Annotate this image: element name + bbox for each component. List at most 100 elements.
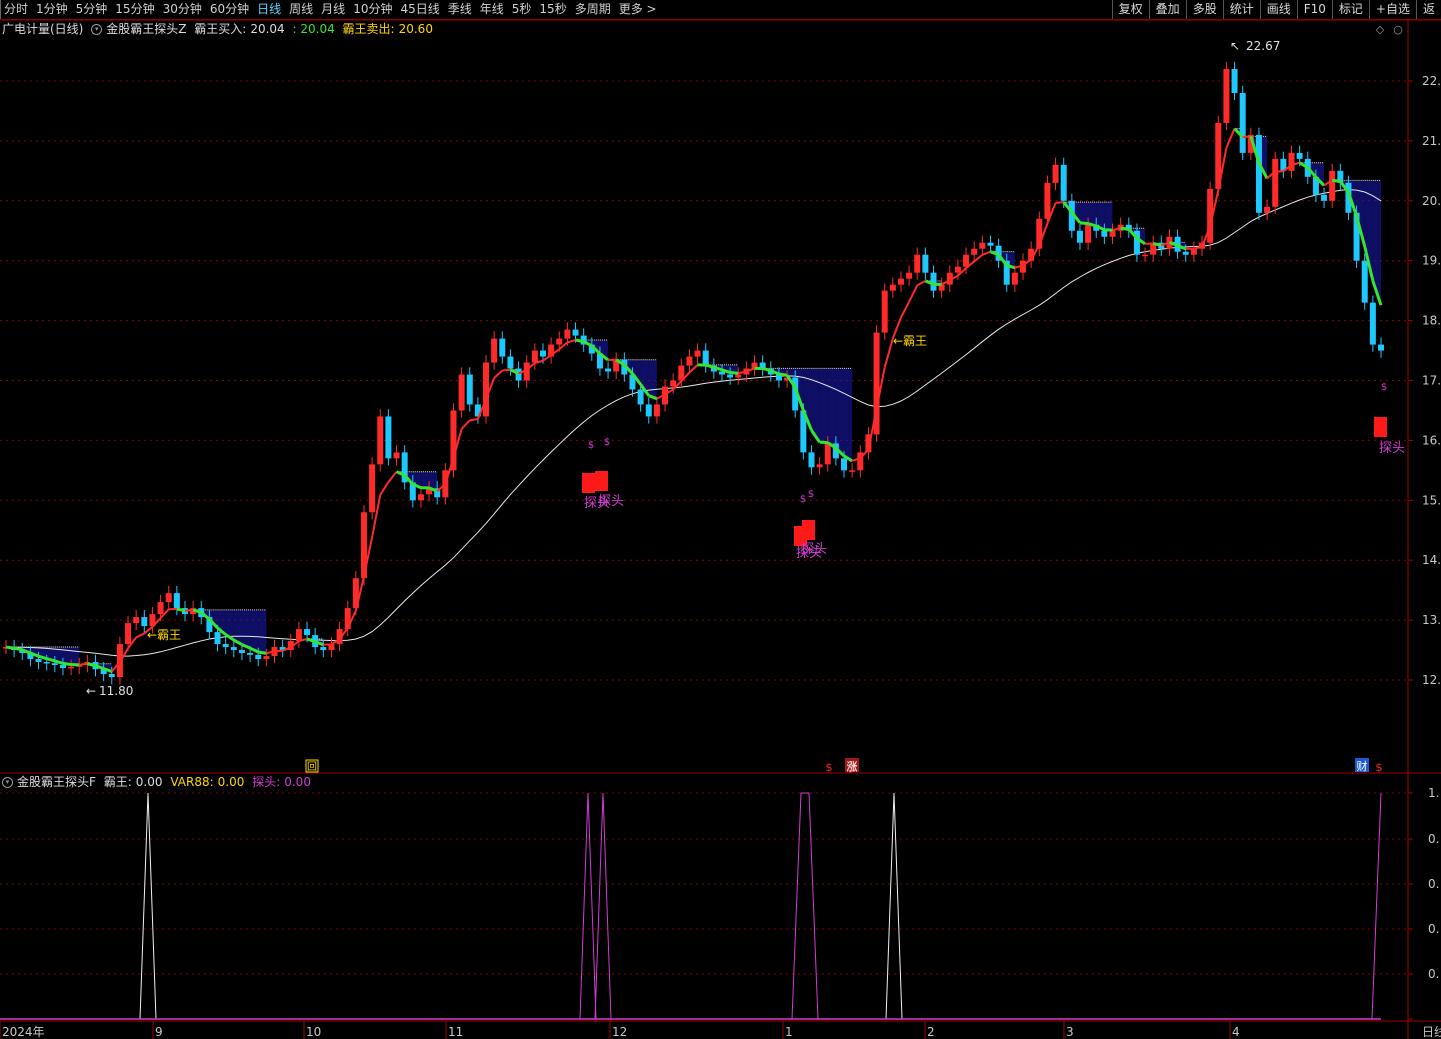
candle-body: [808, 452, 815, 468]
indicator-settings-icon[interactable]: ▾: [91, 24, 103, 35]
candle-body: [385, 416, 392, 459]
candle-body: [214, 632, 221, 645]
price-tick-label: 14.: [1422, 553, 1441, 567]
candle-body: [108, 674, 115, 678]
buy-line-segment: [575, 338, 584, 344]
time-axis-label: 2: [927, 1025, 935, 1039]
band-fill: [250, 609, 259, 652]
candle-body: [304, 629, 311, 636]
tantou-label: 探头: [801, 542, 827, 557]
candle-body: [979, 242, 986, 249]
tantou-value: 0.00: [284, 775, 311, 789]
buy-line-segment: [900, 301, 910, 318]
tantou-label: 探头:: [252, 775, 281, 789]
candle-body: [1011, 272, 1018, 285]
band-fill: [241, 609, 251, 649]
candle-body: [727, 374, 734, 378]
band-fill: [1079, 202, 1089, 224]
var88-value: 0.00: [217, 775, 245, 789]
candle-body: [1052, 164, 1059, 183]
band-fill: [258, 609, 267, 654]
price-tick-label: 13.: [1422, 613, 1441, 627]
buy-line-segment: [13, 646, 23, 652]
candle-body: [1076, 230, 1083, 243]
candle-body: [906, 272, 913, 279]
buy-line-segment: [469, 417, 479, 422]
candle-body: [531, 350, 538, 363]
band-fill: [827, 368, 836, 449]
candle-body: [1109, 230, 1116, 237]
tantou-spike: [791, 792, 819, 1020]
candle-body: [507, 356, 514, 369]
candle-body: [897, 278, 904, 285]
buy-line-segment: [883, 338, 894, 368]
buy-line-segment: [62, 661, 72, 667]
indicator-settings-icon[interactable]: ▾: [2, 777, 13, 788]
low-arrow: ←: [86, 684, 96, 698]
buy-line-segment: [1055, 201, 1064, 204]
candle-body: [1060, 164, 1067, 201]
candle-body: [458, 374, 465, 411]
candle-body: [1288, 152, 1295, 171]
high-arrow: ↖: [1230, 39, 1240, 53]
buy-line-segment: [778, 372, 788, 377]
candle-body: [645, 404, 652, 417]
tantou-block: [582, 473, 595, 493]
main-indicator-name[interactable]: 金股霸王探头Z: [106, 22, 186, 36]
candle-body: [1264, 206, 1271, 213]
candle-body: [1321, 194, 1328, 201]
candle-body: [824, 443, 831, 465]
candle-body: [881, 290, 888, 333]
time-axis-label: 10: [306, 1025, 321, 1039]
candle-body: [51, 663, 58, 666]
dollar-marker: $: [808, 489, 814, 500]
sub-indicator-name[interactable]: 金股霸王探头F: [17, 775, 96, 789]
buy-line-segment: [908, 284, 919, 303]
candle-body: [1101, 230, 1108, 237]
tantou-label: 探头: [1379, 441, 1405, 456]
candle-body: [173, 593, 180, 609]
band-fill: [648, 359, 657, 399]
candle-body: [1378, 344, 1384, 351]
price-tick-label: 21.: [1422, 134, 1441, 148]
buy-line-segment: [1079, 221, 1089, 226]
price-tick-label: 17.: [1422, 374, 1441, 388]
bawang-marker: ←霸王: [893, 334, 927, 348]
candle-body: [263, 656, 270, 660]
band-fill: [1104, 202, 1113, 231]
diamond-icon: ◇: [1376, 23, 1385, 36]
candle-body: [1223, 69, 1230, 123]
candle-body: [930, 272, 937, 291]
indicator-tick-label: 1.: [1428, 786, 1439, 800]
event-hui-icon: 回: [307, 761, 317, 773]
candle-body: [653, 404, 660, 417]
candle-body: [1369, 302, 1376, 345]
candle-body: [133, 617, 140, 624]
band-fill: [420, 471, 430, 488]
candle-body: [1329, 170, 1336, 201]
buy-line-segment: [1120, 226, 1129, 231]
high-price-label: 22.67: [1246, 39, 1280, 53]
tantou-label: 探头: [598, 494, 624, 509]
dollar-marker: $: [588, 440, 594, 451]
candle-body: [637, 389, 644, 405]
event-zhang-label: 涨: [847, 760, 858, 773]
period-label: 日线: [1422, 1025, 1441, 1039]
candle-body: [605, 368, 612, 372]
candle-body: [987, 242, 994, 246]
indicator-tick-label: 0.: [1428, 832, 1439, 846]
candle-body: [417, 494, 424, 501]
candle-body: [141, 617, 148, 627]
tantou-block: [595, 471, 608, 491]
sell-value: 20.60: [398, 22, 433, 36]
buy-line-segment: [5, 645, 15, 650]
candle-body: [572, 329, 579, 336]
candle-body: [377, 416, 384, 465]
candle-body: [238, 650, 245, 654]
band-fill: [71, 647, 80, 665]
time-axis-label: 9: [155, 1025, 163, 1039]
candle-body: [971, 248, 978, 255]
buy-line-segment: [257, 650, 267, 655]
candle-body: [1182, 251, 1189, 255]
candle-body: [556, 338, 563, 345]
